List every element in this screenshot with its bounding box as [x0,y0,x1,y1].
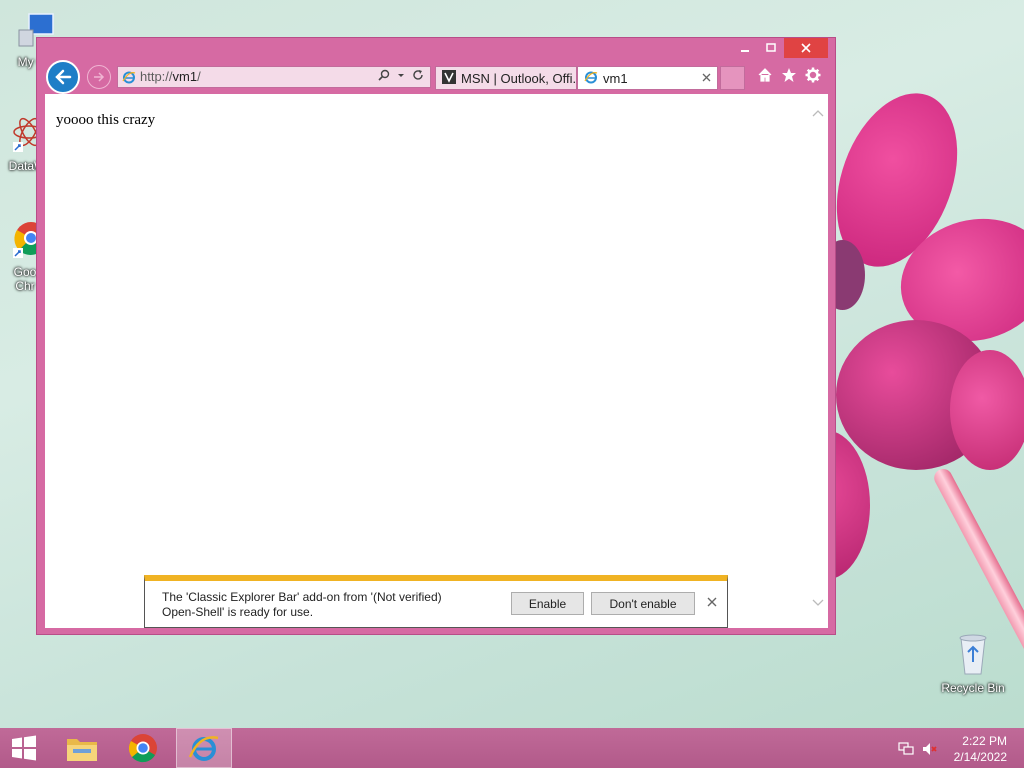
browser-window: http://vm1/ MSN | Outlook, Offi... vm1 y… [36,37,836,635]
ie-icon [188,736,219,761]
taskbar: 2:22 PM 2/14/2022 [0,728,1024,768]
taskbar-chrome[interactable] [117,728,169,768]
desktop-icon-label: Recycle Bin [941,681,1005,695]
folder-icon [67,739,97,761]
forward-button[interactable] [87,65,111,89]
page-content: yoooo this crazy [45,94,828,628]
addon-notification-bar: The 'Classic Explorer Bar' add-on from '… [144,575,728,628]
window-caption-buttons [732,38,828,58]
dont-enable-button[interactable]: Don't enable [591,592,695,615]
home-icon[interactable] [757,67,773,87]
favorites-star-icon[interactable] [781,67,797,87]
speaker-muted-icon[interactable] [922,741,938,760]
browser-tools [757,67,821,87]
maximize-icon [766,43,776,52]
arrow-left-icon [55,69,72,85]
chevron-up-icon [812,110,824,117]
close-notification-button[interactable] [707,594,717,610]
clock-time: 2:22 PM [962,734,1007,748]
back-button[interactable] [46,60,80,94]
navigation-bar: http://vm1/ MSN | Outlook, Offi... vm1 [37,58,835,94]
refresh-icon[interactable] [412,69,424,84]
chrome-icon [128,734,157,763]
url-path: / [197,69,201,84]
notification-line-2: Open-Shell' is ready for use. [162,605,314,619]
address-tools [378,69,424,84]
address-bar[interactable]: http://vm1/ [117,66,431,88]
taskbar-internet-explorer[interactable] [176,728,232,768]
desktop-icon-recycle-bin[interactable]: Recycle Bin [938,630,1008,695]
close-icon [801,43,811,53]
close-icon [702,73,711,82]
windows-logo-icon [12,735,36,761]
address-url[interactable]: http://vm1/ [140,69,201,84]
taskbar-file-explorer[interactable] [56,728,108,768]
scroll-up-arrow[interactable] [812,106,824,120]
tab-msn[interactable]: MSN | Outlook, Offi... [435,66,577,90]
minimize-button[interactable] [732,38,758,58]
tab-label: vm1 [603,70,628,86]
recycle-bin-icon [938,630,1008,681]
tab-vm1[interactable]: vm1 [577,66,718,90]
start-button[interactable] [0,728,48,768]
page-text: yoooo this crazy [56,112,156,128]
clock-date: 2/14/2022 [953,750,1007,764]
dropdown-icon[interactable] [397,69,405,84]
close-icon [707,597,717,607]
arrow-right-icon [94,72,105,82]
url-host: vm1 [172,69,198,84]
maximize-button[interactable] [758,38,784,58]
network-icon[interactable] [898,741,914,760]
chevron-down-icon [812,599,824,606]
close-window-button[interactable] [784,38,828,58]
url-scheme: http:// [140,69,173,84]
clock[interactable]: 2:22 PM 2/14/2022 [954,733,1007,765]
search-icon[interactable] [378,69,390,84]
new-tab-button[interactable] [720,66,745,90]
close-tab-button[interactable] [702,70,711,85]
notification-line-1: The 'Classic Explorer Bar' add-on from '… [162,590,442,604]
scroll-down-arrow[interactable] [812,596,824,610]
tab-label: MSN | Outlook, Offi... [461,70,577,86]
msn-icon [442,69,456,87]
gear-icon[interactable] [805,67,821,87]
minimize-icon [741,50,749,52]
ie-icon [584,70,598,87]
enable-button[interactable]: Enable [511,592,584,615]
ie-icon [122,70,136,87]
notification-message: The 'Classic Explorer Bar' add-on from '… [162,590,472,620]
